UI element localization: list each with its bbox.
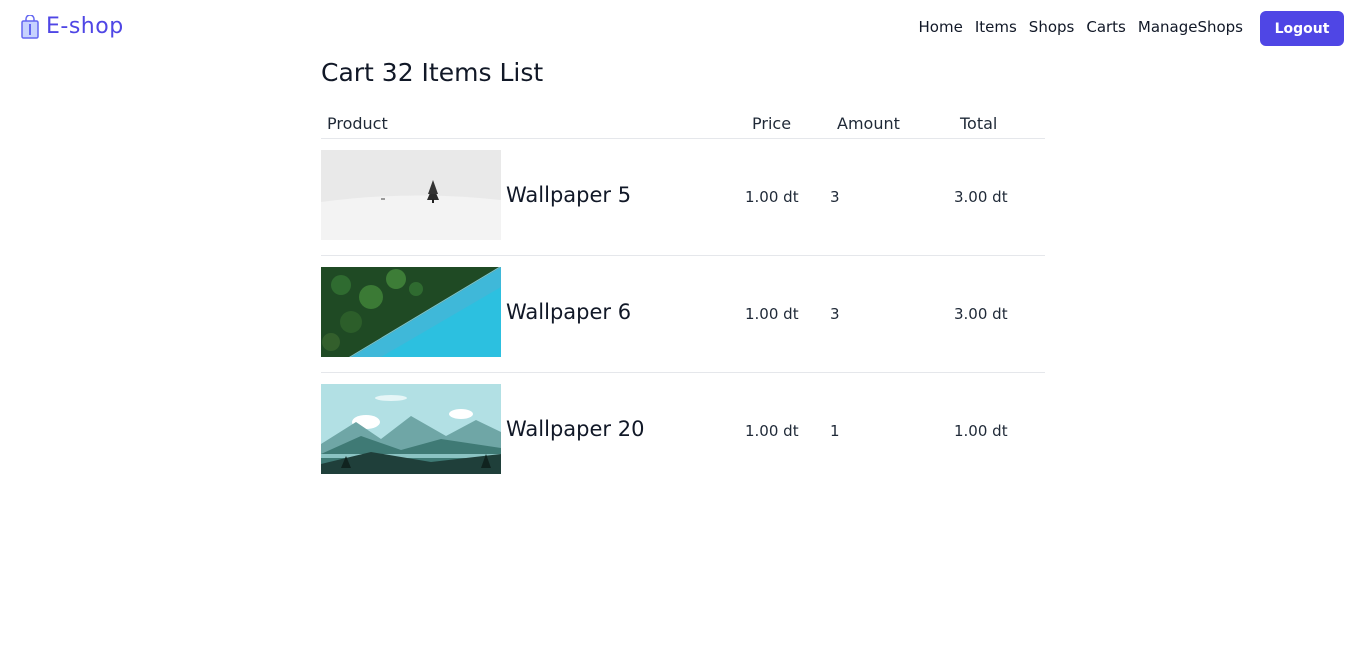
brand-name: E-shop: [46, 14, 124, 39]
product-name[interactable]: Wallpaper 5: [506, 183, 631, 207]
logout-button[interactable]: Logout: [1260, 11, 1344, 46]
product-price: 1.00 dt: [745, 422, 799, 440]
brand-logo[interactable]: E-shop: [20, 14, 124, 39]
header-product: Product: [327, 114, 388, 133]
header-price: Price: [752, 114, 792, 133]
nav-carts[interactable]: Carts: [1086, 18, 1126, 36]
nav-links: Home Items Shops Carts ManageShops: [919, 18, 1243, 36]
product-price: 1.00 dt: [745, 305, 799, 323]
mountain-landscape-image: [321, 384, 501, 474]
nav-home[interactable]: Home: [919, 18, 963, 36]
table-header: Product Price Amount Total: [321, 108, 1045, 139]
table-row: Wallpaper 6 1.00 dt 3 3.00 dt: [321, 256, 1045, 373]
page-title: Cart 32 Items List: [321, 58, 544, 87]
nav-items[interactable]: Items: [975, 18, 1017, 36]
table-row: Wallpaper 5 1.00 dt 3 3.00 dt: [321, 139, 1045, 256]
nav-shops[interactable]: Shops: [1029, 18, 1075, 36]
product-amount: 3: [830, 188, 840, 206]
product-name[interactable]: Wallpaper 6: [506, 300, 631, 324]
header-total: Total: [960, 114, 998, 133]
header-amount: Amount: [837, 114, 900, 133]
snow-tree-image: [321, 150, 501, 240]
navbar: E-shop Home Items Shops Carts ManageShop…: [0, 0, 1366, 56]
product-total: 3.00 dt: [954, 305, 1008, 323]
product-price: 1.00 dt: [745, 188, 799, 206]
product-total: 3.00 dt: [954, 188, 1008, 206]
product-total: 1.00 dt: [954, 422, 1008, 440]
shopping-bag-icon: [20, 14, 40, 39]
cart-items-table: Product Price Amount Total Wallpaper 5 1…: [321, 108, 1045, 489]
forest-lake-image: [321, 267, 501, 357]
table-row: Wallpaper 20 1.00 dt 1 1.00 dt: [321, 373, 1045, 489]
product-amount: 3: [830, 305, 840, 323]
product-name[interactable]: Wallpaper 20: [506, 417, 644, 441]
product-amount: 1: [830, 422, 840, 440]
nav-manage-shops[interactable]: ManageShops: [1138, 18, 1243, 36]
